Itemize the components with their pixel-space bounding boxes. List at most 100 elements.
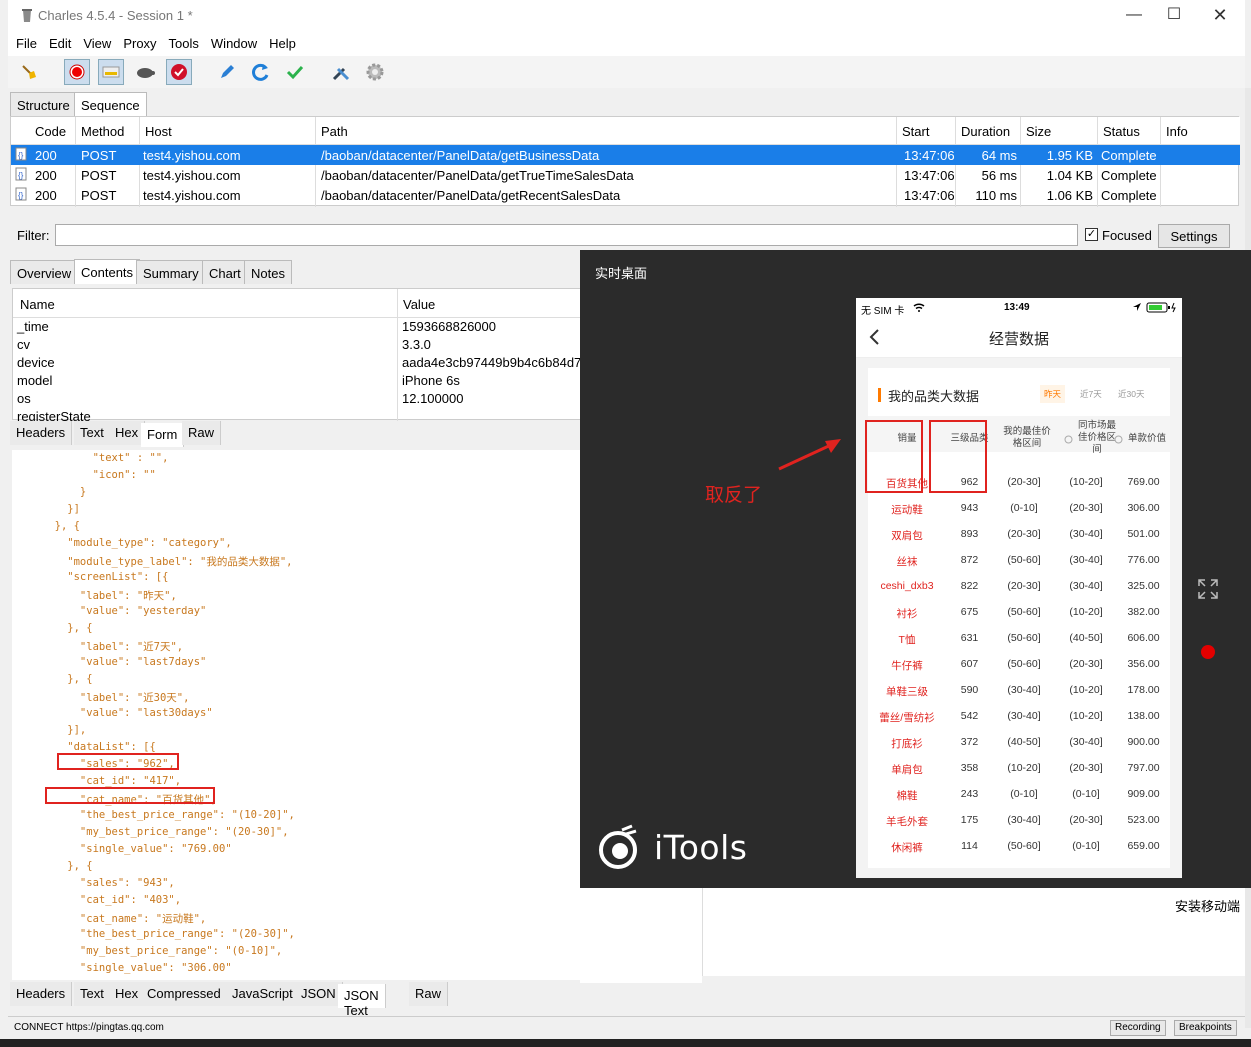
- tab-form[interactable]: Form: [141, 423, 185, 447]
- data-row[interactable]: 棉鞋 243 (0-10] (0-10] 909.00: [868, 780, 1170, 806]
- tab-headers[interactable]: Headers: [10, 982, 73, 1006]
- menu-help[interactable]: Help: [261, 32, 300, 51]
- phone-time: 13:49: [1004, 302, 1030, 313]
- segment-30days[interactable]: 近30天: [1114, 385, 1148, 403]
- close-button[interactable]: ✕: [1200, 4, 1240, 28]
- check-icon[interactable]: [282, 59, 308, 85]
- json-line: "module_type_label": "我的品类大数据",: [42, 556, 293, 568]
- tab-notes[interactable]: Notes: [244, 260, 292, 284]
- data-row[interactable]: 蕾丝/雪纺衫 542 (30-40] (10-20] 138.00: [868, 702, 1170, 728]
- record-icon[interactable]: [64, 59, 90, 85]
- table-row[interactable]: {} 200 POST test4.yishou.com /baoban/dat…: [11, 165, 1240, 185]
- info-icon[interactable]: [1114, 435, 1123, 444]
- table-cell: (30-40]: [1069, 580, 1103, 592]
- menu-edit[interactable]: Edit: [41, 32, 75, 51]
- table-cell: 牛仔裤: [891, 660, 923, 672]
- throttle-icon[interactable]: [98, 59, 124, 85]
- maximize-button[interactable]: ☐: [1154, 4, 1194, 28]
- col-value[interactable]: Value: [403, 297, 435, 312]
- col-method[interactable]: Method: [81, 124, 124, 139]
- data-row[interactable]: 羊毛外套 175 (30-40] (20-30] 523.00: [868, 806, 1170, 832]
- menu-tools[interactable]: Tools: [161, 32, 203, 51]
- table-cell: (0-10]: [1072, 840, 1100, 852]
- col-info[interactable]: Info: [1166, 124, 1188, 139]
- tools-icon[interactable]: [328, 59, 354, 85]
- refresh-icon[interactable]: [248, 59, 274, 85]
- data-row[interactable]: 衬衫 675 (50-60] (10-20] 382.00: [868, 598, 1170, 624]
- table-row[interactable]: {} 200 POST test4.yishou.com /baoban/dat…: [11, 185, 1240, 205]
- segment-yesterday[interactable]: 昨天: [1040, 385, 1066, 403]
- tab-raw[interactable]: Raw: [182, 421, 222, 445]
- data-row[interactable]: 运动鞋 943 (0-10] (20-30] 306.00: [868, 494, 1170, 520]
- table-cell: 900.00: [1127, 736, 1160, 748]
- filter-input[interactable]: [55, 224, 1078, 246]
- table-cell: (10-20]: [1069, 476, 1103, 488]
- tab-hex[interactable]: Hex: [109, 982, 146, 1006]
- row-start: 13:47:06: [904, 188, 955, 203]
- data-row[interactable]: 单鞋三级 590 (30-40] (10-20] 178.00: [868, 676, 1170, 702]
- breakpoint-icon[interactable]: [166, 59, 192, 85]
- table-cell: 单鞋三级: [886, 686, 928, 698]
- data-row[interactable]: 双肩包 893 (20-30] (30-40] 501.00: [868, 520, 1170, 546]
- col-status[interactable]: Status: [1103, 124, 1140, 139]
- broom-icon[interactable]: [16, 59, 42, 85]
- tab-javascript[interactable]: JavaScript: [226, 982, 300, 1006]
- menu-file[interactable]: File: [8, 32, 41, 51]
- menu-view[interactable]: View: [75, 32, 115, 51]
- itools-title: 实时桌面: [595, 266, 648, 281]
- focused-checkbox[interactable]: ✓: [1085, 228, 1098, 241]
- menu-proxy[interactable]: Proxy: [115, 32, 160, 51]
- settings-button[interactable]: Settings: [1158, 224, 1230, 248]
- tab-headers[interactable]: Headers: [10, 421, 73, 445]
- tab-summary[interactable]: Summary: [136, 260, 206, 284]
- tab-sequence[interactable]: Sequence: [74, 92, 147, 117]
- col-host[interactable]: Host: [145, 124, 172, 139]
- data-row[interactable]: 丝袜 872 (50-60] (30-40] 776.00: [868, 546, 1170, 572]
- table-cell: 丝袜: [896, 556, 918, 568]
- tab-text[interactable]: Text: [74, 421, 111, 445]
- tab-overview[interactable]: Overview: [10, 260, 79, 284]
- gear-icon[interactable]: [362, 59, 388, 85]
- segment-7days[interactable]: 近7天: [1076, 385, 1106, 403]
- table-cell: 356.00: [1127, 658, 1160, 670]
- col-size[interactable]: Size: [1026, 124, 1051, 139]
- table-cell: 243: [960, 788, 979, 800]
- table-row[interactable]: {} 200 POST test4.yishou.com /baoban/dat…: [11, 145, 1240, 165]
- minimize-button[interactable]: —: [1114, 4, 1154, 28]
- menu-window[interactable]: Window: [203, 32, 261, 51]
- col-code[interactable]: Code: [35, 124, 66, 139]
- record-indicator[interactable]: [1201, 645, 1215, 659]
- tab-structure[interactable]: Structure: [10, 92, 77, 116]
- tab-raw[interactable]: Raw: [409, 982, 449, 1006]
- data-row[interactable]: 牛仔裤 607 (50-60] (20-30] 356.00: [868, 650, 1170, 676]
- tab-contents[interactable]: Contents: [74, 259, 141, 284]
- col-start[interactable]: Start: [902, 124, 929, 139]
- tab-compressed[interactable]: Compressed: [141, 982, 228, 1006]
- table-cell: 822: [960, 580, 979, 592]
- turtle-icon[interactable]: [132, 59, 158, 85]
- json-line: "value": "last7days": [42, 656, 207, 668]
- col-path[interactable]: Path: [321, 124, 348, 139]
- table-cell: (20-30]: [1007, 476, 1041, 488]
- pen-icon[interactable]: [214, 59, 240, 85]
- tab-json-text[interactable]: JSON Text: [338, 984, 386, 1018]
- tab-json[interactable]: JSON: [295, 982, 343, 1006]
- tab-text[interactable]: Text: [74, 982, 111, 1006]
- tab-hex[interactable]: Hex: [109, 421, 146, 445]
- info-icon[interactable]: [1064, 435, 1073, 444]
- data-row[interactable]: ceshi_dxb3 822 (20-30] (30-40] 325.00: [868, 572, 1170, 598]
- breakpoints-button[interactable]: Breakpoints: [1174, 1020, 1237, 1036]
- row-size: 1.06 KB: [1046, 188, 1093, 203]
- table-cell: 769.00: [1127, 476, 1160, 488]
- col-name[interactable]: Name: [20, 297, 55, 312]
- table-cell: 358: [960, 762, 979, 774]
- data-row[interactable]: T恤 631 (50-60] (40-50] 606.00: [868, 624, 1170, 650]
- col-duration[interactable]: Duration: [961, 124, 1010, 139]
- tab-chart[interactable]: Chart: [202, 260, 248, 284]
- json-text-view[interactable]: "text" : "", "icon": "" } }] }, { "modul…: [12, 450, 580, 980]
- recording-button[interactable]: Recording: [1110, 1020, 1166, 1036]
- expand-icon[interactable]: [1198, 579, 1218, 599]
- data-row[interactable]: 单肩包 358 (10-20] (20-30] 797.00: [868, 754, 1170, 780]
- data-row[interactable]: 休闲裤 114 (50-60] (0-10] 659.00: [868, 832, 1170, 858]
- data-row[interactable]: 打底衫 372 (40-50] (30-40] 900.00: [868, 728, 1170, 754]
